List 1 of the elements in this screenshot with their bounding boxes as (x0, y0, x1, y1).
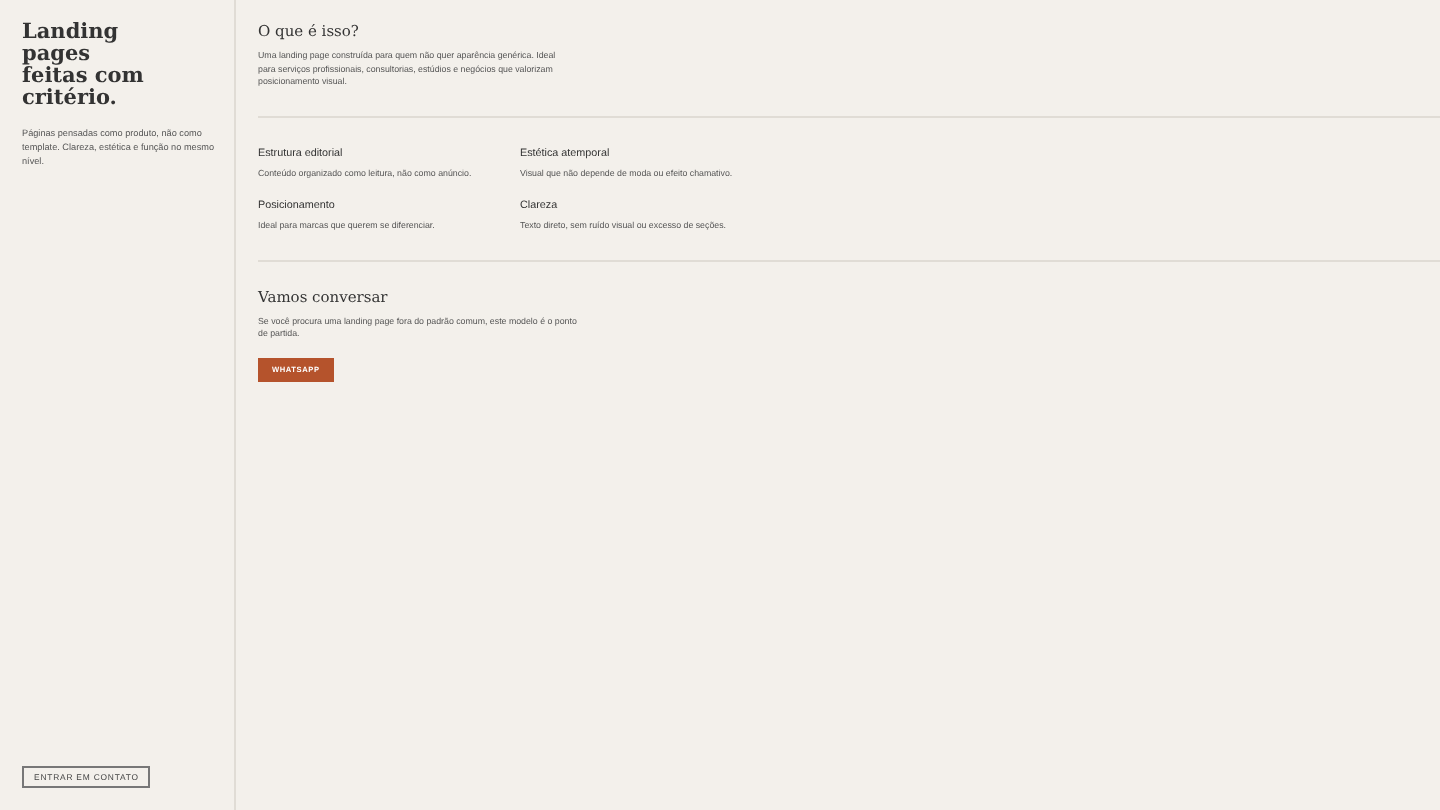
site-title: Landing pages feitas com critério. (22, 22, 146, 110)
